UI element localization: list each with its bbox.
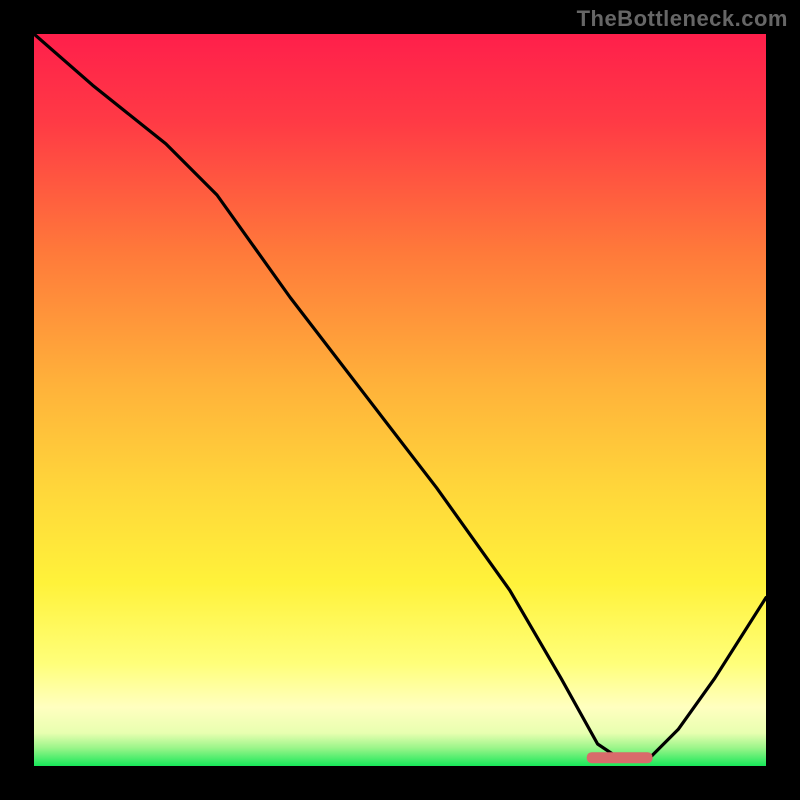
chart-frame — [30, 30, 770, 770]
watermark-text: TheBottleneck.com — [577, 6, 788, 32]
optimal-range-marker — [587, 752, 653, 763]
chart-area — [34, 34, 766, 766]
bottleneck-chart — [34, 34, 766, 766]
chart-background-gradient — [34, 34, 766, 766]
